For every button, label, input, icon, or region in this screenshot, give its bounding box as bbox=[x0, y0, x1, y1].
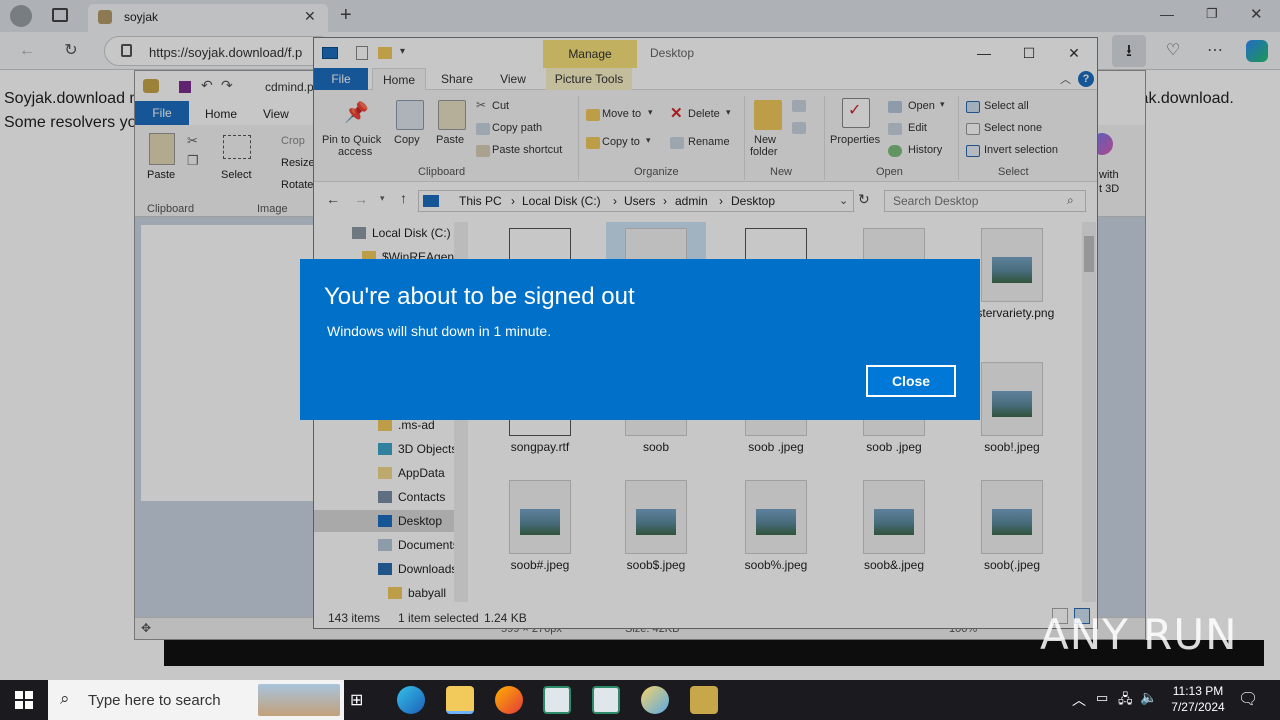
start-button[interactable] bbox=[0, 680, 48, 720]
search-icon: ⌕ bbox=[60, 689, 70, 708]
notifications-icon[interactable]: 🗨 bbox=[1238, 689, 1258, 709]
edge-icon[interactable] bbox=[397, 686, 425, 714]
clock-time: 11:13 PM bbox=[1172, 684, 1224, 698]
tools-taskbar-icon[interactable] bbox=[690, 686, 718, 714]
network-icon[interactable]: 🖧 bbox=[1118, 690, 1133, 712]
app-window-icon-2[interactable] bbox=[592, 686, 620, 714]
app-window-icon[interactable] bbox=[543, 686, 571, 714]
paint-taskbar-icon[interactable] bbox=[641, 686, 669, 714]
task-view-icon[interactable]: ⊞ bbox=[350, 690, 363, 710]
anyrun-watermark: ANY RUN bbox=[1040, 610, 1238, 659]
signout-dialog: You're about to be signed out Windows wi… bbox=[300, 259, 980, 420]
taskbar-search-placeholder: Type here to search bbox=[88, 692, 221, 709]
windows-logo-icon bbox=[15, 691, 33, 709]
firefox-icon[interactable] bbox=[495, 686, 523, 714]
taskbar-clock[interactable]: 11:13 PM 7/27/2024 bbox=[1160, 683, 1236, 715]
taskbar: ⌕ Type here to search ⊞ ︿ ▭ 🖧 🔈 11:13 PM… bbox=[0, 680, 1280, 720]
device-icon[interactable]: ▭ bbox=[1096, 690, 1108, 706]
dialog-message: Windows will shut down in 1 minute. bbox=[327, 323, 552, 339]
clock-date: 7/27/2024 bbox=[1171, 700, 1225, 714]
dialog-title: You're about to be signed out bbox=[324, 283, 635, 310]
search-highlight-image bbox=[258, 684, 340, 716]
show-hidden-icons-icon[interactable]: ︿ bbox=[1072, 690, 1086, 710]
file-explorer-taskbar-icon[interactable] bbox=[446, 686, 474, 714]
volume-icon[interactable]: 🔈 bbox=[1140, 689, 1157, 706]
close-button[interactable]: Close bbox=[866, 365, 956, 397]
taskbar-search-box[interactable]: ⌕ Type here to search bbox=[48, 680, 344, 720]
